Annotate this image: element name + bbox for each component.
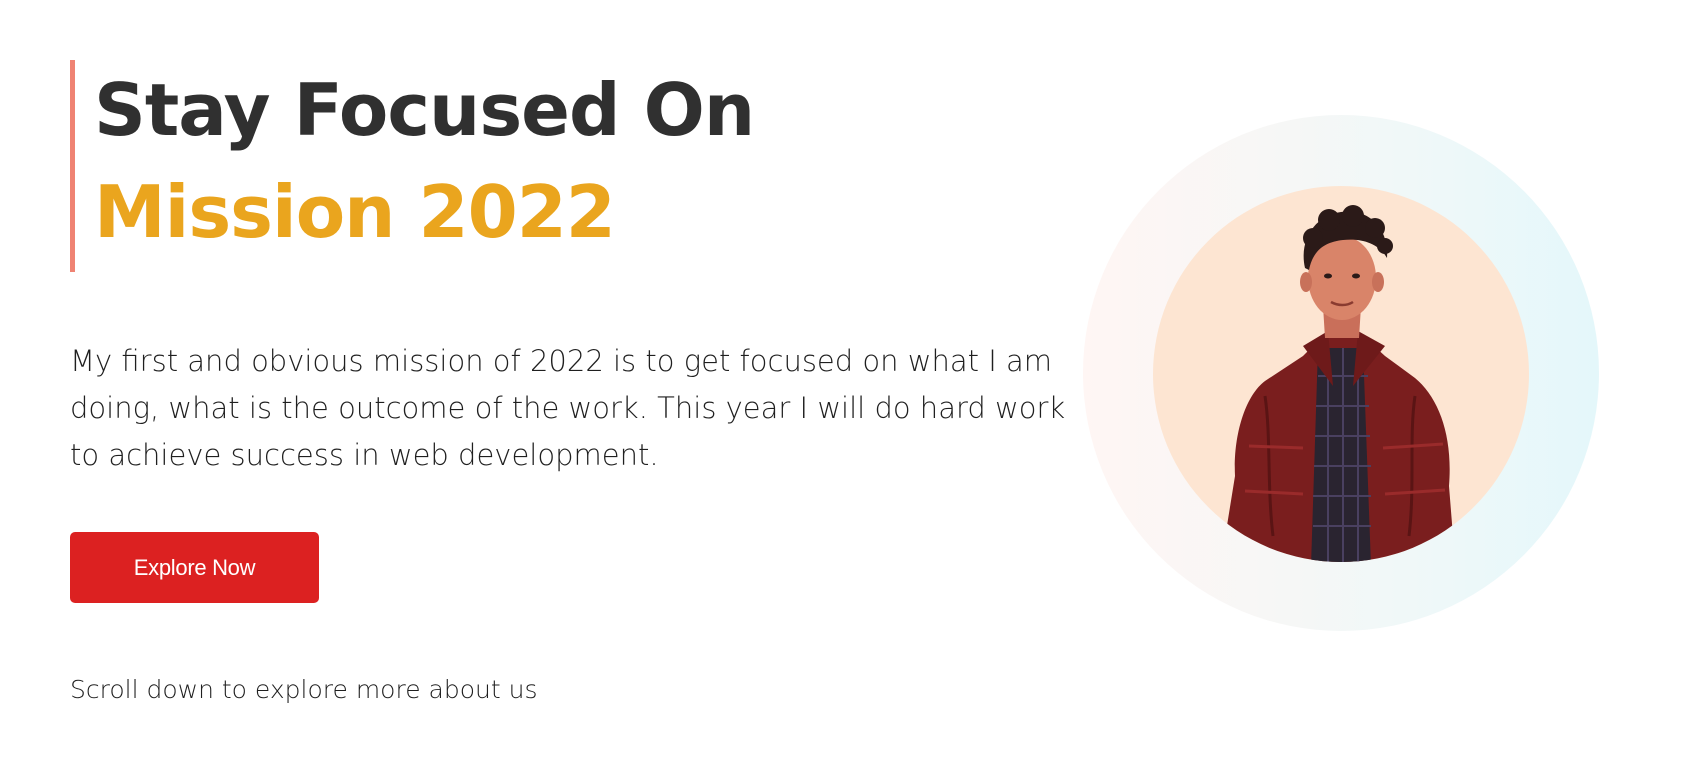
hero-title-highlight: Mission 2022	[94, 170, 616, 254]
hero-title-line-1: Stay Focused On	[94, 68, 755, 152]
explore-now-button[interactable]: Explore Now	[70, 532, 319, 603]
avatar	[1153, 186, 1529, 562]
hero-heading: Stay Focused On Mission 2022	[70, 60, 755, 272]
hero-description: My first and obvious mission of 2022 is …	[70, 344, 1066, 472]
scroll-hint: Scroll down to explore more about us	[70, 675, 538, 704]
hero-page: Stay Focused On Mission 2022 My first an…	[0, 0, 1693, 765]
portrait-photo-icon	[1225, 205, 1453, 562]
